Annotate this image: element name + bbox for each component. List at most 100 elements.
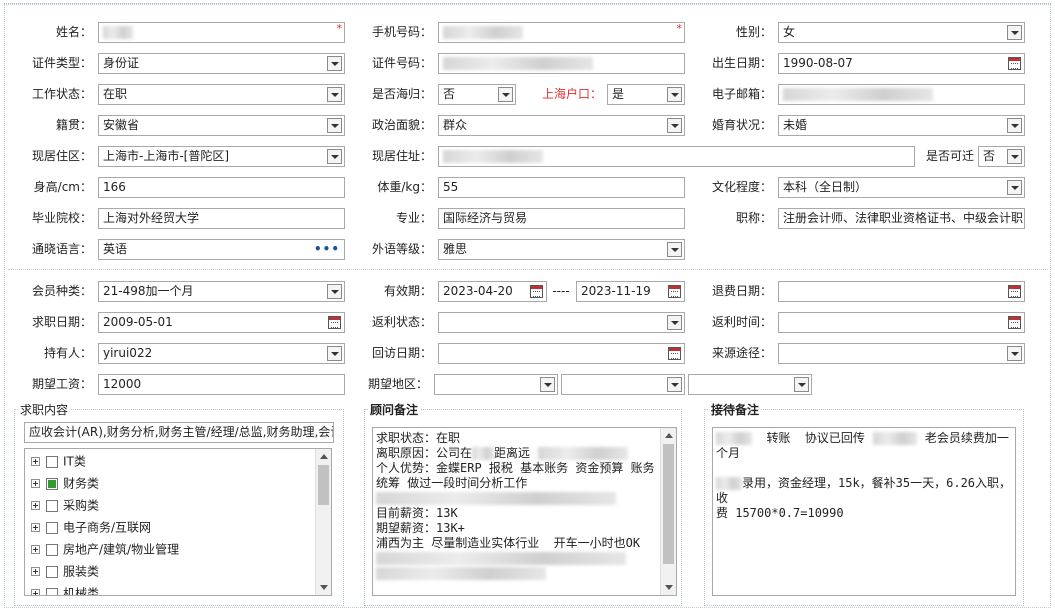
checkbox[interactable] bbox=[46, 565, 58, 578]
expand-icon[interactable] bbox=[31, 457, 40, 466]
tree-item[interactable]: 服装类 bbox=[31, 562, 99, 580]
chevron-down-icon[interactable] bbox=[667, 87, 682, 102]
title-field[interactable]: 注册会计师、法律职业资格证书、中级会计职 bbox=[778, 208, 1025, 229]
residence-address-field[interactable] bbox=[438, 146, 915, 167]
chevron-down-icon[interactable] bbox=[1007, 25, 1022, 40]
scroll-down-icon[interactable] bbox=[665, 585, 673, 590]
area-select-province[interactable] bbox=[434, 374, 558, 395]
checkbox[interactable] bbox=[46, 499, 58, 512]
member-type-select[interactable]: 21-498加一个月 bbox=[98, 281, 345, 302]
advisor-notes-textarea[interactable]: 求职状态：在职 离职原因：公司在 距离远 个人优势：金蝶ERP 报税 基本账务 资… bbox=[372, 427, 677, 596]
chevron-down-icon[interactable] bbox=[327, 56, 342, 71]
scroll-up-icon[interactable] bbox=[320, 454, 328, 459]
chevron-down-icon[interactable] bbox=[327, 87, 342, 102]
checkbox[interactable] bbox=[46, 543, 58, 556]
chevron-down-icon[interactable] bbox=[667, 377, 682, 392]
expand-icon[interactable] bbox=[31, 501, 40, 510]
valid-to-field[interactable]: 2023-11-19 bbox=[576, 281, 685, 302]
migratable-select[interactable]: 否 bbox=[978, 146, 1025, 167]
calendar-icon[interactable] bbox=[668, 347, 681, 360]
job-date-field[interactable]: 2009-05-01 bbox=[98, 312, 345, 333]
chevron-down-icon[interactable] bbox=[540, 377, 555, 392]
calendar-icon[interactable] bbox=[530, 285, 543, 298]
job-content-summary[interactable]: 应收会计(AR),财务分析,财务主管/经理/总监,财务助理,会计 bbox=[24, 422, 334, 443]
job-category-tree[interactable]: IT类 财务类 采购类 电子商务/互联网 房地产/建筑/物业管理 服装类 机械类 bbox=[24, 448, 332, 596]
calendar-icon[interactable] bbox=[1008, 57, 1021, 70]
native-place-select[interactable]: 安徽省 bbox=[98, 115, 345, 136]
foreign-level-select[interactable]: 雅思 bbox=[438, 239, 685, 260]
expand-icon[interactable] bbox=[31, 479, 40, 488]
calendar-icon[interactable] bbox=[668, 285, 681, 298]
valid-from-field[interactable]: 2023-04-20 bbox=[438, 281, 547, 302]
rebate-status-select[interactable] bbox=[438, 312, 685, 333]
area-select-district[interactable] bbox=[688, 374, 812, 395]
scroll-up-icon[interactable] bbox=[665, 433, 673, 438]
holder-select[interactable]: yirui022 bbox=[98, 343, 345, 364]
height-field[interactable]: 166 bbox=[98, 177, 345, 198]
tree-item[interactable]: 电子商务/互联网 bbox=[31, 518, 151, 536]
more-icon[interactable]: ••• bbox=[314, 240, 340, 259]
chevron-down-icon[interactable] bbox=[327, 149, 342, 164]
tree-item[interactable]: 采购类 bbox=[31, 496, 99, 514]
shanghai-hukou-select[interactable]: 是 bbox=[607, 84, 685, 105]
weight-field[interactable]: 55 bbox=[438, 177, 685, 198]
calendar-icon[interactable] bbox=[1008, 285, 1021, 298]
email-field[interactable] bbox=[778, 84, 1025, 105]
reception-notes-textarea[interactable]: 转账 协议已回传 老会员续费加一 个月 录用，资金经理，15k，餐补35一天，6.… bbox=[712, 427, 1016, 596]
political-select[interactable]: 群众 bbox=[438, 115, 685, 136]
area-select-city[interactable] bbox=[561, 374, 685, 395]
tree-item[interactable]: 机械类 bbox=[31, 584, 99, 595]
checkbox-checked[interactable] bbox=[46, 477, 58, 490]
scroll-thumb[interactable] bbox=[663, 444, 674, 564]
calendar-icon[interactable] bbox=[328, 316, 341, 329]
tree-item[interactable]: 财务类 bbox=[31, 474, 99, 492]
chevron-down-icon[interactable] bbox=[1007, 149, 1022, 164]
major-field[interactable]: 国际经济与贸易 bbox=[438, 208, 685, 229]
visit-date-field[interactable] bbox=[438, 343, 685, 364]
phone-field[interactable]: * bbox=[438, 22, 685, 43]
rebate-time-field[interactable] bbox=[778, 312, 1025, 333]
birth-date-field[interactable]: 1990-08-07 bbox=[778, 53, 1025, 74]
chevron-down-icon[interactable] bbox=[667, 118, 682, 133]
name-field[interactable]: * bbox=[98, 22, 345, 43]
salary-field[interactable]: 12000 bbox=[98, 374, 345, 395]
checkbox[interactable] bbox=[46, 521, 58, 534]
birth-date-label: 出生日期： bbox=[711, 56, 772, 70]
chevron-down-icon[interactable] bbox=[667, 315, 682, 330]
gender-select[interactable]: 女 bbox=[778, 22, 1025, 43]
marital-select[interactable]: 未婚 bbox=[778, 115, 1025, 136]
residence-area-select[interactable]: 上海市-上海市-[普陀区] bbox=[98, 146, 345, 167]
id-type-select[interactable]: 身份证 bbox=[98, 53, 345, 74]
overseas-select[interactable]: 否 bbox=[438, 84, 516, 105]
refund-date-field[interactable] bbox=[778, 281, 1025, 302]
chevron-down-icon[interactable] bbox=[1007, 118, 1022, 133]
chevron-down-icon[interactable] bbox=[667, 242, 682, 257]
tree-item[interactable]: 房地产/建筑/物业管理 bbox=[31, 540, 179, 558]
expand-icon[interactable] bbox=[31, 589, 40, 595]
chevron-down-icon[interactable] bbox=[1007, 346, 1022, 361]
scroll-thumb[interactable] bbox=[318, 465, 329, 505]
chevron-down-icon[interactable] bbox=[327, 284, 342, 299]
chevron-down-icon[interactable] bbox=[498, 87, 513, 102]
chevron-down-icon[interactable] bbox=[1007, 180, 1022, 195]
tree-item[interactable]: IT类 bbox=[31, 452, 86, 470]
checkbox[interactable] bbox=[46, 455, 58, 468]
expand-icon[interactable] bbox=[31, 523, 40, 532]
tree-scrollbar[interactable] bbox=[315, 449, 331, 595]
chevron-down-icon[interactable] bbox=[327, 118, 342, 133]
school-field[interactable]: 上海对外经贸大学 bbox=[98, 208, 345, 229]
work-status-select[interactable]: 在职 bbox=[98, 84, 345, 105]
chevron-down-icon[interactable] bbox=[794, 377, 809, 392]
scroll-down-icon[interactable] bbox=[320, 585, 328, 590]
calendar-icon[interactable] bbox=[1008, 316, 1021, 329]
chevron-down-icon[interactable] bbox=[327, 346, 342, 361]
language-field[interactable]: 英语 ••• bbox=[98, 239, 345, 260]
source-select[interactable] bbox=[778, 343, 1025, 364]
education-select[interactable]: 本科（全日制） bbox=[778, 177, 1025, 198]
id-number-field[interactable] bbox=[438, 53, 685, 74]
notes-scrollbar[interactable] bbox=[660, 428, 676, 595]
checkbox[interactable] bbox=[46, 587, 58, 595]
advisor-note-text: 距离远 bbox=[494, 446, 531, 460]
expand-icon[interactable] bbox=[31, 545, 40, 554]
expand-icon[interactable] bbox=[31, 567, 40, 576]
